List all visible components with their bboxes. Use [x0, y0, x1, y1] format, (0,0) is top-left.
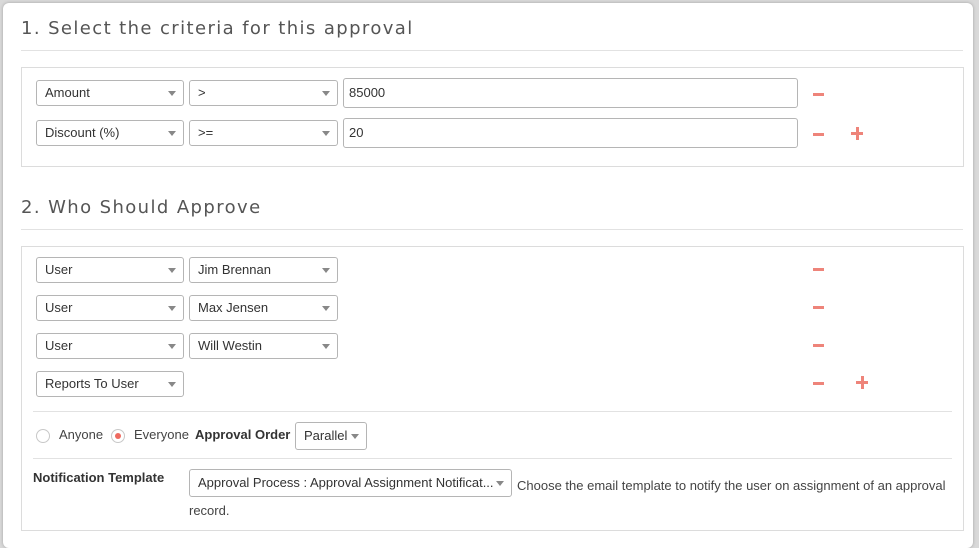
section-title-approvers: 2. Who Should Approve [21, 197, 262, 218]
approval-order-select[interactable]: Parallel [295, 422, 367, 450]
criteria-value-input-2[interactable]: 20 [343, 118, 798, 148]
radio-everyone[interactable] [111, 429, 125, 443]
divider [21, 229, 963, 230]
plus-icon[interactable] [856, 376, 868, 389]
minus-icon[interactable] [813, 377, 825, 389]
caret-down-icon [322, 306, 330, 311]
approver-user-value: Max Jensen [198, 300, 269, 315]
minus-icon[interactable] [813, 88, 825, 100]
minus-icon[interactable] [813, 263, 825, 275]
caret-down-icon [322, 344, 330, 349]
radio-anyone[interactable] [36, 429, 50, 443]
caret-down-icon [351, 434, 359, 439]
approver-user-value: Will Westin [198, 338, 263, 353]
approvers-box: User Jim Brennan User Max Jensen User Wi… [21, 246, 964, 531]
approval-order-label: Approval Order [195, 427, 291, 442]
divider [33, 458, 952, 459]
caret-down-icon [168, 131, 176, 136]
approver-type-value: User [45, 262, 73, 277]
approver-type-value: Reports To User [45, 376, 139, 391]
divider [33, 411, 952, 412]
radio-anyone-label: Anyone [59, 427, 104, 442]
approver-type-value: User [45, 338, 73, 353]
criteria-operator-value: >= [198, 125, 214, 140]
criteria-operator-select-1[interactable]: > [189, 80, 338, 106]
minus-icon[interactable] [813, 128, 825, 140]
caret-down-icon [168, 344, 176, 349]
notification-template-label: Notification Template [33, 470, 165, 485]
approver-user-select-1[interactable]: Jim Brennan [189, 257, 338, 283]
approver-type-select-3[interactable]: User [36, 333, 184, 359]
approver-user-value: Jim Brennan [198, 262, 271, 277]
criteria-field-value: Discount (%) [45, 125, 120, 140]
criteria-operator-select-2[interactable]: >= [189, 120, 338, 146]
criteria-box: Amount > 85000 Discount (%) >= 20 [21, 67, 964, 167]
caret-down-icon [322, 91, 330, 96]
section-title-criteria: 1. Select the criteria for this approval [21, 18, 414, 39]
criteria-field-value: Amount [45, 85, 90, 100]
approver-type-value: User [45, 300, 73, 315]
approval-order-value: Parallel [304, 428, 348, 443]
plus-icon[interactable] [851, 127, 863, 140]
caret-down-icon [168, 91, 176, 96]
divider [21, 50, 963, 51]
approver-user-select-2[interactable]: Max Jensen [189, 295, 338, 321]
minus-icon[interactable] [813, 339, 825, 351]
caret-down-icon [168, 306, 176, 311]
approver-type-select-2[interactable]: User [36, 295, 184, 321]
approval-card: 1. Select the criteria for this approval… [3, 3, 973, 548]
criteria-field-select-2[interactable]: Discount (%) [36, 120, 184, 146]
minus-icon[interactable] [813, 301, 825, 313]
criteria-operator-value: > [198, 85, 206, 100]
criteria-value-input-1[interactable]: 85000 [343, 78, 798, 108]
criteria-field-select-1[interactable]: Amount [36, 80, 184, 106]
approver-type-select-4[interactable]: Reports To User [36, 371, 184, 397]
caret-down-icon [322, 131, 330, 136]
caret-down-icon [168, 382, 176, 387]
caret-down-icon [322, 268, 330, 273]
caret-down-icon [168, 268, 176, 273]
notification-template-help: Choose the email template to notify the … [189, 478, 946, 518]
approver-user-select-3[interactable]: Will Westin [189, 333, 338, 359]
approver-type-select-1[interactable]: User [36, 257, 184, 283]
radio-everyone-label: Everyone [134, 427, 189, 442]
